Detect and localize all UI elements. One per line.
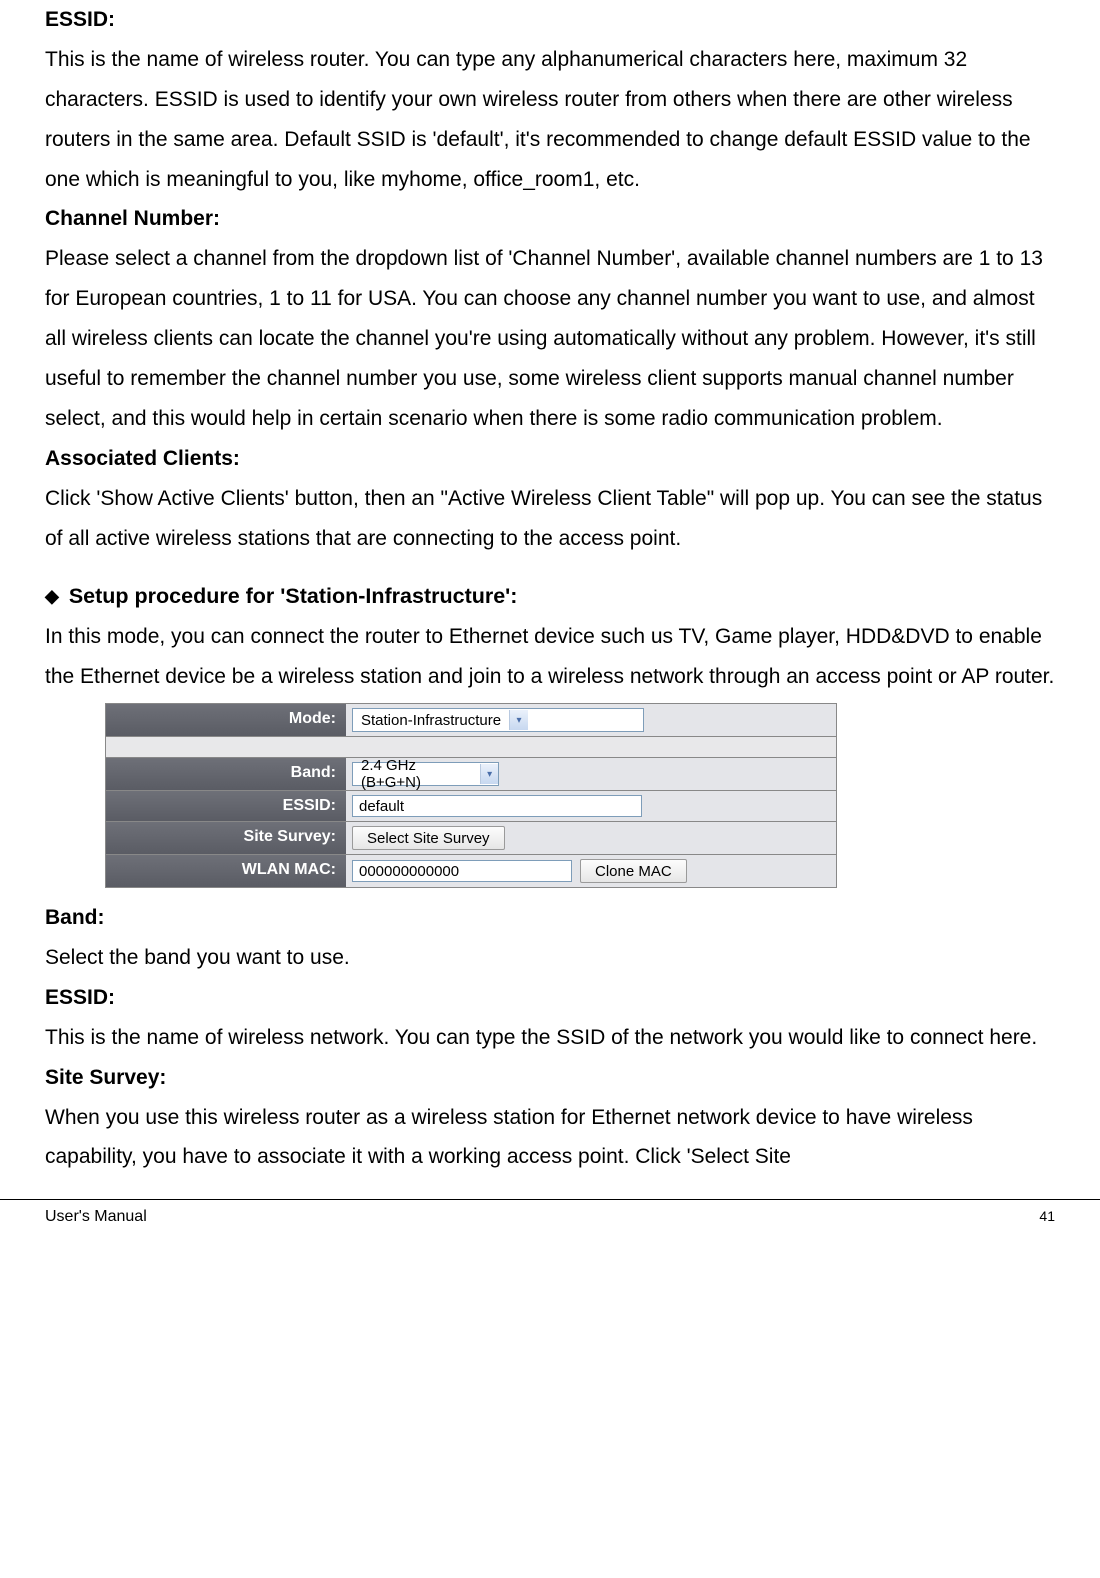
essid2-text: This is the name of wireless network. Yo…: [45, 1018, 1055, 1058]
row-wlan-mac: WLAN MAC: Clone MAC: [106, 855, 836, 887]
survey-form-label: Site Survey:: [106, 822, 346, 854]
station-config-form: Mode: Station-Infrastructure ▾ Band: 2.4…: [105, 703, 837, 888]
sitesurvey-label: Site Survey:: [45, 1058, 1055, 1098]
sitesurvey-text: When you use this wireless router as a w…: [45, 1098, 1055, 1178]
assoc-text: Click 'Show Active Clients' button, then…: [45, 479, 1055, 559]
mode-select[interactable]: Station-Infrastructure ▾: [352, 708, 644, 732]
band-select[interactable]: 2.4 GHz (B+G+N) ▾: [352, 762, 499, 786]
mode-label: Mode:: [106, 704, 346, 736]
row-band: Band: 2.4 GHz (B+G+N) ▾: [106, 758, 836, 791]
chevron-down-icon: ▾: [480, 764, 498, 784]
band-label: Band:: [45, 898, 1055, 938]
wlan-mac-input[interactable]: [352, 860, 572, 882]
select-site-survey-button[interactable]: Select Site Survey: [352, 826, 505, 850]
mode-select-value: Station-Infrastructure: [353, 712, 509, 729]
chevron-down-icon: ▾: [509, 710, 528, 730]
station-intro: In this mode, you can connect the router…: [45, 617, 1055, 697]
essid2-label: ESSID:: [45, 978, 1055, 1018]
diamond-bullet-icon: ◆: [45, 579, 59, 613]
assoc-label: Associated Clients:: [45, 439, 1055, 479]
band-text: Select the band you want to use.: [45, 938, 1055, 978]
band-form-label: Band:: [106, 758, 346, 790]
essid-text: This is the name of wireless router. You…: [45, 40, 1055, 200]
wlan-form-label: WLAN MAC:: [106, 855, 346, 887]
page-footer: User's Manual 41: [0, 1208, 1100, 1246]
page-number: 41: [1039, 1208, 1055, 1226]
row-site-survey: Site Survey: Select Site Survey: [106, 822, 836, 855]
essid-label: ESSID:: [45, 0, 1055, 40]
essid-input[interactable]: [352, 795, 642, 817]
channel-text: Please select a channel from the dropdow…: [45, 239, 1055, 438]
form-gap: [106, 737, 836, 758]
channel-label: Channel Number:: [45, 199, 1055, 239]
footer-rule: [0, 1199, 1100, 1200]
footer-title: User's Manual: [45, 1208, 147, 1226]
band-select-value: 2.4 GHz (B+G+N): [353, 757, 480, 791]
row-mode: Mode: Station-Infrastructure ▾: [106, 704, 836, 737]
row-essid: ESSID:: [106, 791, 836, 822]
essid-form-label: ESSID:: [106, 791, 346, 821]
station-heading-text: Setup procedure for 'Station-Infrastruct…: [69, 584, 518, 608]
station-heading: ◆ Setup procedure for 'Station-Infrastru…: [45, 576, 1055, 617]
clone-mac-button[interactable]: Clone MAC: [580, 859, 687, 883]
